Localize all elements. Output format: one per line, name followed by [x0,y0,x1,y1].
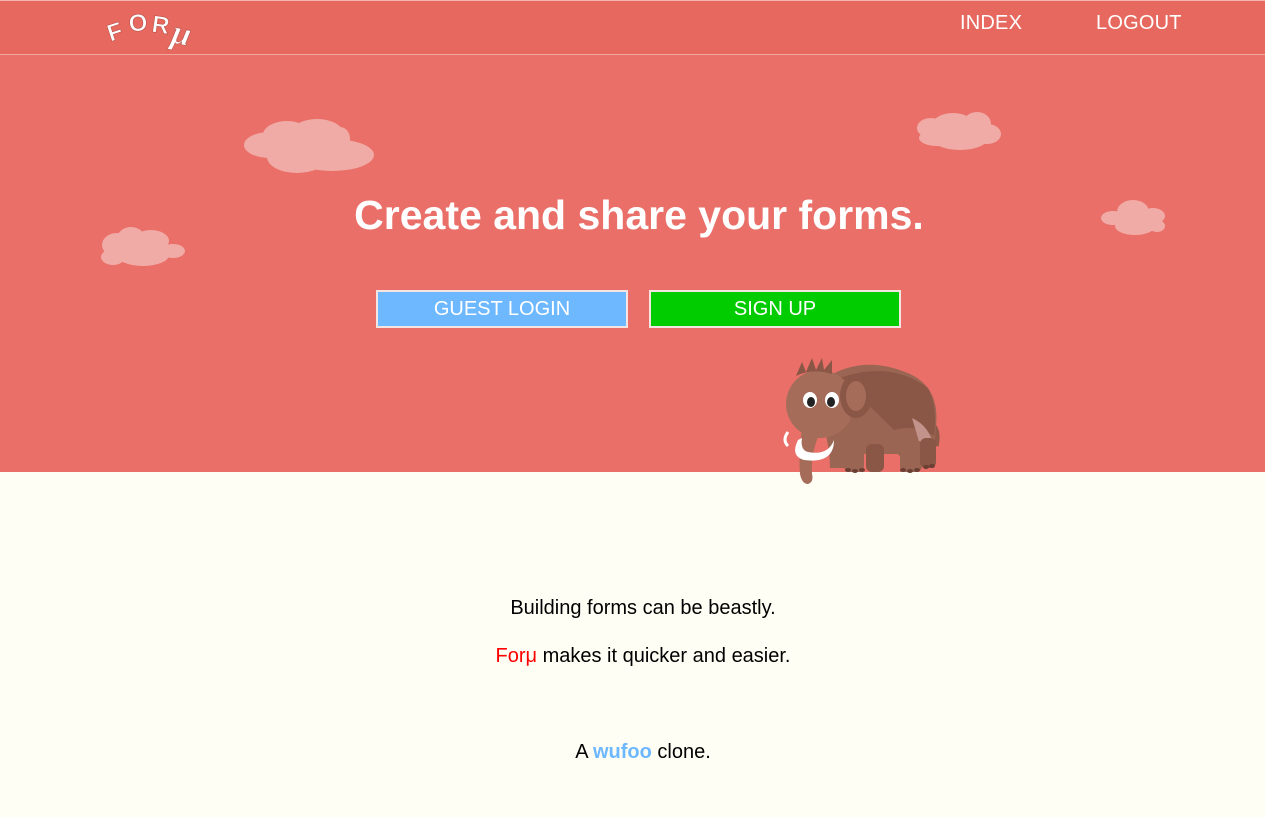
svg-text:μ: μ [167,14,195,51]
tagline-clone-prefix: A [575,741,593,763]
mammoth-mascot-icon [783,358,940,484]
tagline-quicker: Forμ makes it quicker and easier. [0,645,1265,668]
nav-logout-link[interactable]: LOGOUT [1096,12,1182,35]
nav-index-link[interactable]: INDEX [960,12,1022,35]
top-navigation-bar: F O R μ INDEX LOGOUT [0,0,1265,55]
tagline-clone-suffix: clone. [651,741,711,763]
svg-text:O: O [127,9,148,38]
forum-logo[interactable]: F O R μ [106,5,206,51]
svg-text:R: R [150,11,171,40]
tagline-quicker-text: makes it quicker and easier. [537,645,791,667]
tagline-beastly: Building forms can be beastly. [510,597,776,619]
brand-name-text: Forμ [495,645,538,667]
sign-up-button[interactable]: SIGN UP [649,290,901,328]
hero-headline: Create and share your forms. [354,192,924,238]
guest-login-button[interactable]: GUEST LOGIN [376,290,628,328]
wufoo-link[interactable]: wufoo [593,741,652,763]
svg-text:F: F [106,17,126,47]
cloud-icon [917,112,1001,150]
hero-section [0,55,1265,472]
cloud-icon [244,119,374,173]
tagline-clone: A wufoo clone. [0,741,1265,764]
